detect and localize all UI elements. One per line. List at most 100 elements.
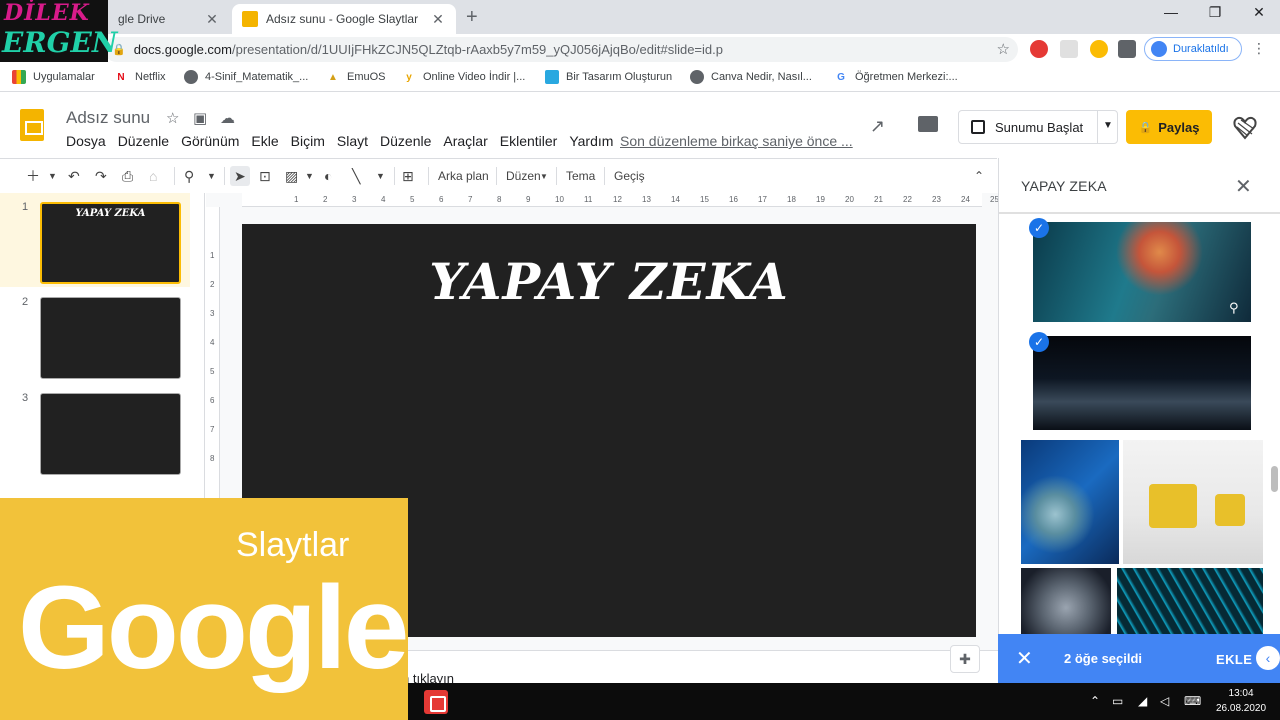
image-chevron-icon[interactable]: ▼ [305,166,314,186]
selected-check-icon[interactable]: ✓ [1029,218,1049,238]
background-button[interactable]: Arka plan [438,166,489,186]
profile-paused-button[interactable]: Duraklatıldı [1144,37,1242,61]
thumbs-up-extension-icon[interactable] [1090,40,1108,58]
ruler-tick-label: 8 [497,195,502,204]
cloud-saved-icon[interactable]: ☁ [220,109,235,127]
bookmark-canva-design[interactable]: Bir Tasarım Oluşturun [545,70,672,84]
bookmark-emuos[interactable]: ▲ EmuOS [326,70,385,84]
bookmark-matematik[interactable]: 4-Sinif_Matematik_... [184,70,308,84]
collapse-toolbar-icon[interactable]: ⌃ [974,166,984,186]
shape-icon[interactable]: ◐ [324,166,332,186]
activity-trend-icon[interactable]: ↗ [870,116,885,137]
filmstrip-slide-2[interactable]: 2 [0,288,190,382]
tab-google-slides[interactable]: Adsız sunu - Google Slaytlar ✕ [232,4,456,34]
zoom-chevron-icon[interactable]: ▼ [207,166,216,186]
ruler-tick-label: 17 [758,195,767,204]
last-edit-link[interactable]: Son düzenleme birkaç saniye önce ... [620,133,853,149]
filmstrip-slide-1[interactable]: 1 YAPAY ZEKA [0,193,190,287]
toolbar-divider [224,167,225,185]
tab-close-icon[interactable]: ✕ [204,11,220,28]
insert-button[interactable]: EKLE [1216,652,1252,667]
bookmark-video[interactable]: y Online Video İndir |... [402,70,525,84]
volume-icon[interactable]: ◁ [1160,694,1169,708]
account-avatar[interactable] [1232,114,1258,140]
bookmark-canva-nedir[interactable]: Canva Nedir, Nasıl... [690,70,812,84]
address-bar[interactable]: 🔒 docs.google.com /presentation/d/1UUIjF… [104,37,1018,62]
new-slide-chevron-icon[interactable]: ▼ [48,166,57,186]
extension-icon[interactable] [1060,40,1078,58]
move-folder-icon[interactable]: ▣ [193,109,207,127]
transition-button[interactable]: Geçiş [614,166,645,186]
chevron-down-icon[interactable]: ▼ [1103,120,1113,131]
restore-icon[interactable]: ❐ [1200,4,1230,21]
menu-arrange[interactable]: Düzenle [380,133,431,149]
add-comment-icon[interactable]: ⊞ [402,166,414,186]
battery-icon[interactable]: ▭ [1112,694,1123,708]
bookmark-star-icon[interactable]: ☆ [997,40,1010,58]
line-chevron-icon[interactable]: ▼ [376,166,385,186]
bookmark-ogretmen[interactable]: G Öğretmen Merkezi:... [834,70,958,84]
layout-button[interactable]: Düzen [506,166,541,186]
selected-check-icon[interactable]: ✓ [1029,332,1049,352]
search-result-image[interactable] [1123,440,1263,564]
ruler-tick-label: 6 [439,195,444,204]
url-path: /presentation/d/1UUIjFHkZCJN5QLZtqb-rAax… [231,42,723,57]
search-result-image[interactable] [1021,440,1119,564]
menu-help[interactable]: Yardım [569,133,613,149]
keyboard-icon[interactable]: ⌨ [1184,694,1201,708]
paint-format-icon[interactable]: ⌂ [149,166,157,186]
search-result-image[interactable] [1117,568,1263,634]
document-title[interactable]: Adsız sunu [66,108,150,128]
zoom-icon[interactable]: ⚲ [184,166,194,186]
theme-button[interactable]: Tema [566,166,595,186]
search-result-image[interactable] [1021,568,1111,634]
redo-icon[interactable]: ↷ [95,166,107,186]
browser-menu-icon[interactable]: ⋮ [1252,40,1266,57]
present-button[interactable]: Sunumu Başlat ▼ [958,110,1118,144]
print-icon[interactable]: ⎙ [122,166,133,186]
clear-selection-icon[interactable]: ✕ [1016,646,1033,671]
bookmark-apps[interactable]: Uygulamalar [12,70,95,84]
line-icon[interactable]: ╲ [352,166,360,186]
search-result-image[interactable]: ⚲ [1033,222,1251,322]
screen-recorder-app-icon[interactable] [424,690,448,714]
layout-chevron-icon[interactable]: ▼ [540,166,548,186]
menu-tools[interactable]: Araçlar [443,133,487,149]
menu-addons[interactable]: Eklentiler [500,133,558,149]
slides-logo-icon[interactable] [20,109,44,141]
panel-header: YAPAY ZEKA ✕ [999,158,1280,214]
comments-icon[interactable] [918,116,938,132]
tray-chevron-up-icon[interactable]: ⌃ [1090,694,1100,708]
close-window-icon[interactable]: ✕ [1244,4,1274,21]
menu-edit[interactable]: Düzenle [118,133,169,149]
undo-icon[interactable]: ↶ [68,166,80,186]
text-box-icon[interactable]: ⊡ [259,166,271,186]
opera-extension-icon[interactable] [1030,40,1048,58]
menu-slide[interactable]: Slayt [337,133,368,149]
menu-view[interactable]: Görünüm [181,133,239,149]
select-cursor-icon[interactable]: ➤ [230,166,250,186]
new-tab-icon[interactable]: + [466,6,478,29]
image-icon[interactable]: ▨ [285,166,298,186]
tab-close-icon[interactable]: ✕ [430,11,446,28]
system-clock[interactable]: 13:04 26.08.2020 [1216,686,1266,716]
ruler-tick-label: 1 [294,195,299,204]
minimize-icon[interactable]: — [1156,4,1186,20]
chevron-left-icon[interactable]: ‹ [1256,646,1280,670]
menu-file[interactable]: Dosya [66,133,106,149]
slide-title[interactable]: YAPAY ZEKA [242,252,976,311]
share-button[interactable]: 🔒 Paylaş [1126,110,1212,144]
bookmark-netflix[interactable]: N Netflix [114,70,165,84]
close-icon[interactable]: ✕ [1235,174,1252,199]
new-slide-icon[interactable]: ＋ [26,166,40,186]
menu-format[interactable]: Biçim [291,133,325,149]
panel-scrollbar[interactable] [1271,466,1278,492]
zoom-icon[interactable]: ⚲ [1229,300,1239,316]
explore-icon[interactable]: ✚ [950,645,980,673]
network-icon[interactable]: ◢ [1138,694,1147,708]
filmstrip-slide-3[interactable]: 3 [0,384,190,478]
search-result-image[interactable] [1033,336,1251,430]
menu-insert[interactable]: Ekle [251,133,278,149]
puzzle-extensions-icon[interactable] [1118,40,1136,58]
star-icon[interactable]: ☆ [166,109,179,127]
